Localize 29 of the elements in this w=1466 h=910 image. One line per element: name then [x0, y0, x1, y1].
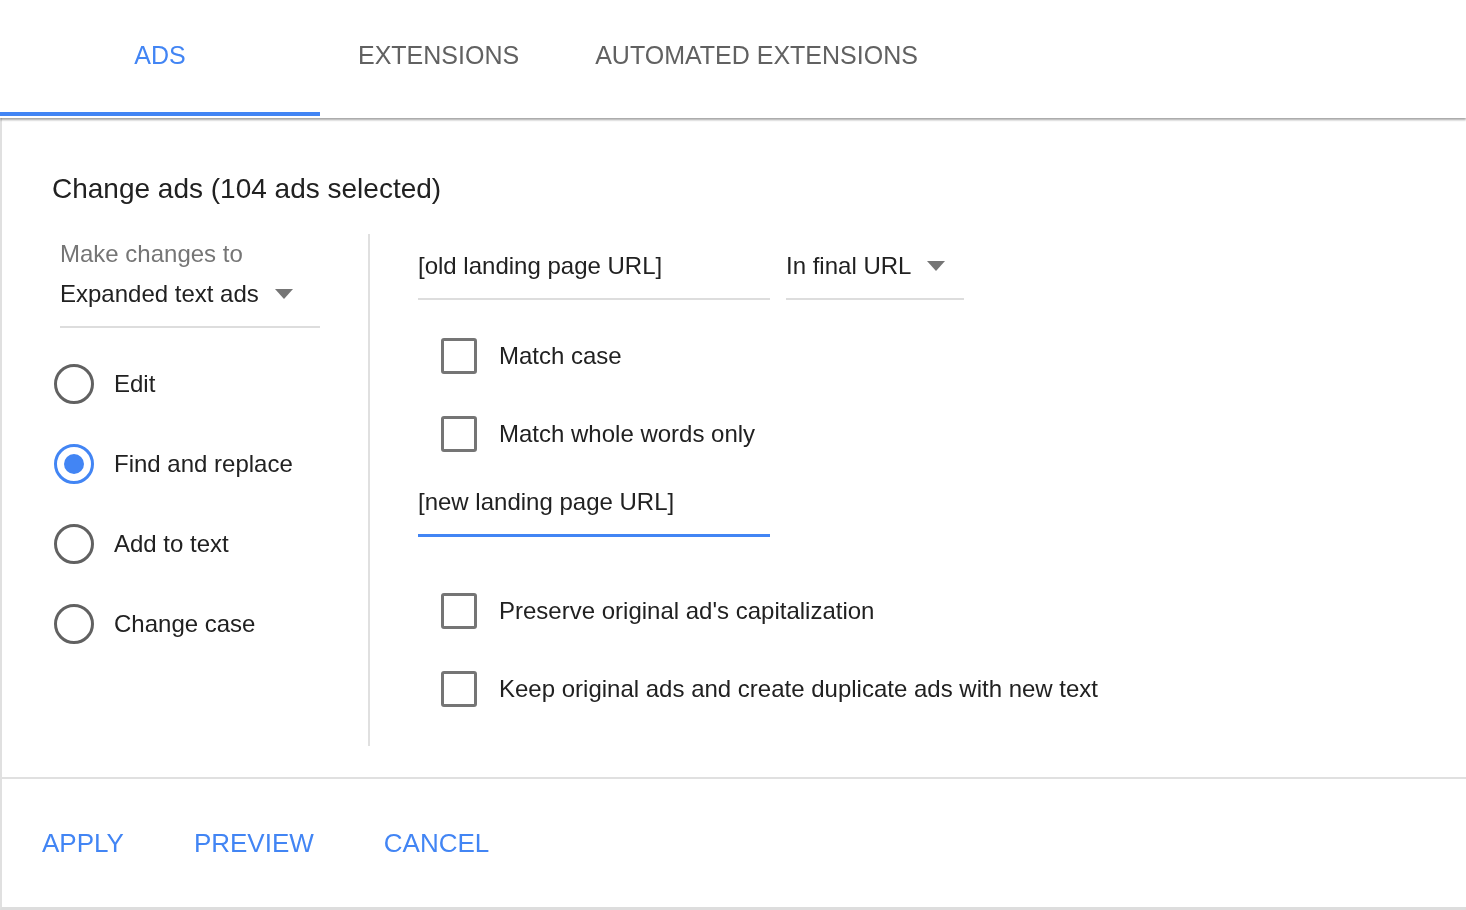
tab[interactable]: EXTENSIONS	[320, 0, 558, 116]
tab[interactable]: ADS	[0, 0, 320, 116]
replace-field[interactable]: [new landing page URL]	[418, 484, 770, 537]
radio-button[interactable]	[54, 604, 94, 644]
dropdown-caret-icon	[927, 261, 946, 271]
checkbox-label: Preserve original ad's capitalization	[499, 596, 875, 626]
dialog-title: Change ads (104 ads selected)	[51, 172, 443, 206]
checkbox-label: Match case	[499, 341, 622, 371]
radio-button[interactable]	[54, 444, 94, 484]
checkbox[interactable]	[441, 416, 477, 452]
radio-label: Add to text	[114, 529, 229, 559]
dropdown-caret-icon	[274, 289, 293, 299]
checkbox-label: Match whole words only	[499, 419, 756, 449]
action-button[interactable]: CANCEL	[383, 823, 490, 863]
radio-label: Edit	[114, 369, 156, 399]
tab[interactable]: AUTOMATED EXTENSIONS	[557, 0, 956, 116]
radio-button[interactable]	[54, 524, 94, 564]
checkbox-label: Keep original ads and create duplicate ads with new text	[499, 674, 1099, 704]
action-button[interactable]: APPLY	[42, 823, 124, 863]
action-button[interactable]: PREVIEW	[193, 823, 314, 863]
radio-button[interactable]	[54, 364, 94, 404]
checkbox[interactable]	[441, 593, 477, 629]
checkbox[interactable]	[441, 338, 477, 374]
radio-label: Find and replace	[114, 449, 293, 479]
radio-label: Change case	[114, 609, 256, 639]
location-dropdown[interactable]: In final URL	[786, 248, 964, 300]
checkbox[interactable]	[441, 671, 477, 707]
find-field[interactable]: [old landing page URL]	[418, 248, 770, 300]
scope-dropdown[interactable]: Make changes to Expanded text ads	[60, 236, 320, 328]
